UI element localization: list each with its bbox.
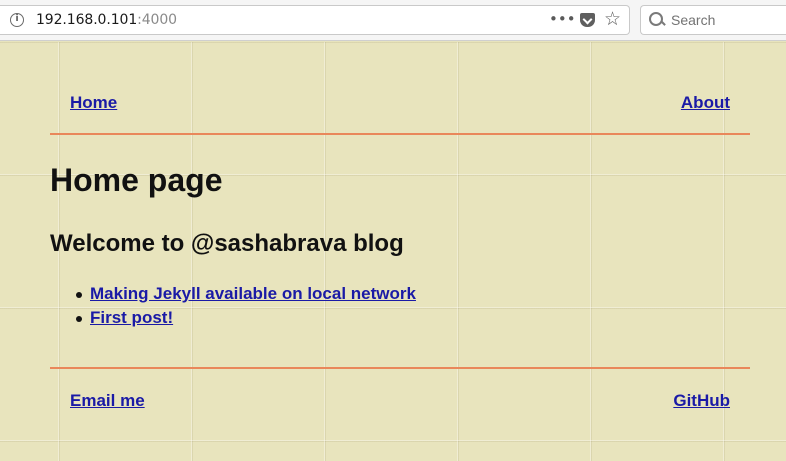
- footer-divider: [50, 367, 750, 369]
- header-divider: [50, 133, 750, 135]
- search-input[interactable]: [671, 6, 786, 34]
- pocket-icon[interactable]: [580, 13, 595, 27]
- more-icon[interactable]: •••: [549, 11, 576, 27]
- url-port: :4000: [137, 12, 177, 28]
- page-title: Home page: [50, 162, 223, 198]
- list-item: Making Jekyll available on local network: [76, 284, 416, 308]
- address-bar[interactable]: i 192.168.0.101:4000 ••• ☆: [0, 5, 630, 35]
- nav-about-link[interactable]: About: [681, 93, 730, 113]
- post-link[interactable]: Making Jekyll available on local network: [90, 284, 416, 303]
- page-subtitle: Welcome to @sashabrava blog: [50, 230, 404, 257]
- list-item: First post!: [76, 308, 416, 332]
- search-icon: [649, 12, 665, 28]
- info-icon[interactable]: i: [10, 13, 24, 27]
- post-list: Making Jekyll available on local network…: [76, 284, 416, 332]
- search-box[interactable]: [640, 5, 786, 35]
- browser-toolbar: i 192.168.0.101:4000 ••• ☆: [0, 0, 786, 41]
- url-host: 192.168.0.101: [36, 12, 138, 28]
- nav-home-link[interactable]: Home: [70, 93, 117, 113]
- github-link[interactable]: GitHub: [673, 391, 730, 411]
- email-link[interactable]: Email me: [70, 391, 145, 411]
- post-link[interactable]: First post!: [90, 308, 173, 327]
- star-icon[interactable]: ☆: [604, 9, 621, 29]
- url-text[interactable]: 192.168.0.101:4000: [36, 12, 177, 28]
- page-content: Home About Home page Welcome to @sashabr…: [0, 42, 786, 461]
